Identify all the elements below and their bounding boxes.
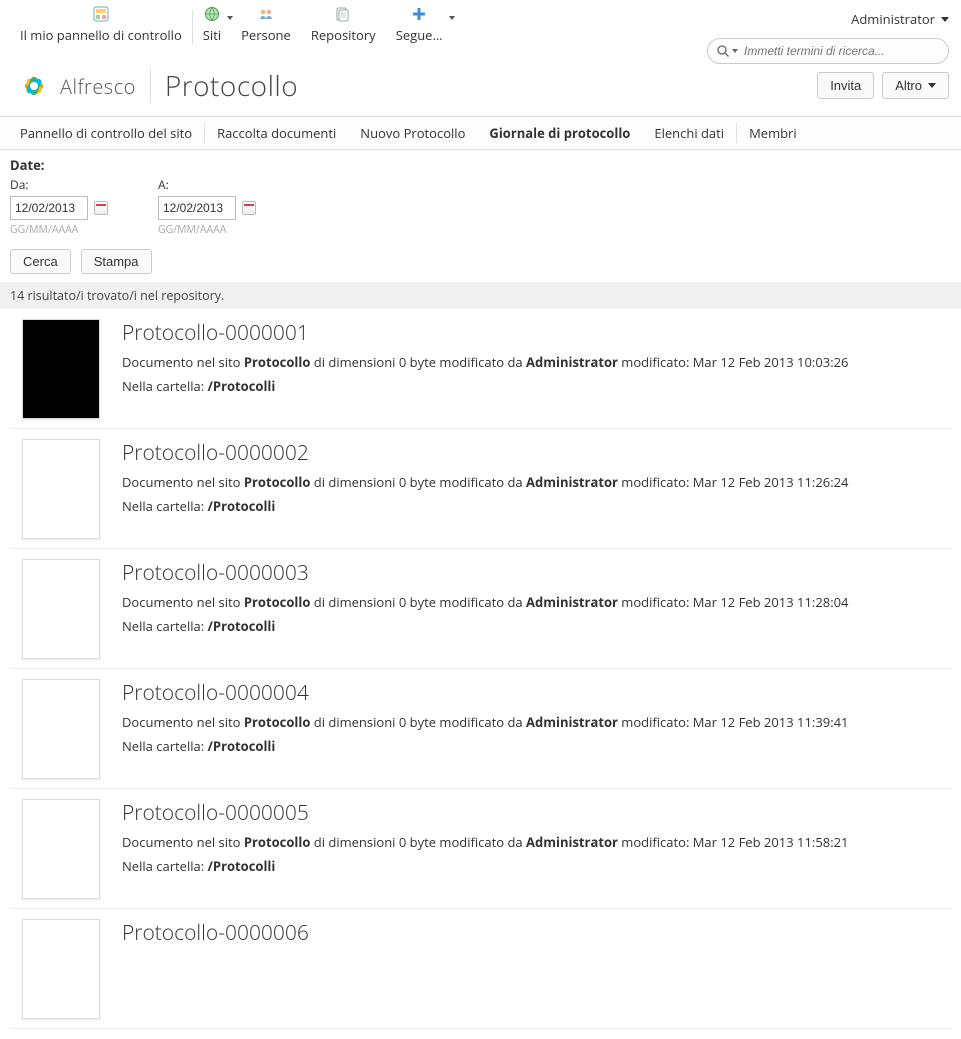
brand-name: Alfresco [60,73,136,100]
result-title[interactable]: Protocollo-0000005 [122,799,951,827]
nav-my-dashboard[interactable]: Il mio pannello di controllo [10,6,192,44]
site-actions: Invita Altro [817,72,949,99]
calendar-icon[interactable] [242,201,256,215]
globe-icon [204,6,220,22]
nav-repository[interactable]: Repository [301,6,386,44]
chevron-down-icon [449,16,455,20]
invite-button-label: Invita [830,78,861,93]
people-icon [258,6,274,22]
nav-people[interactable]: Persone [231,6,301,44]
date-from-input[interactable] [10,196,88,220]
repository-icon [335,6,351,22]
nav-more-label: Segue… [396,26,443,44]
date-to-label: A: [158,176,256,193]
result-item: Protocollo-0000003 Documento nel sito Pro… [10,549,951,669]
nav-more[interactable]: Segue… [386,6,453,44]
result-path: Nella cartella: /Protocolli [122,857,951,875]
nav-giornale[interactable]: Giornale di protocollo [477,116,642,150]
date-from-col: Da: GG/MM/AAAA [10,176,108,237]
date-to-hint: GG/MM/AAAA [158,223,256,237]
result-body: Protocollo-0000003 Documento nel sito Pro… [122,557,951,660]
result-thumbnail[interactable] [22,439,100,539]
result-title[interactable]: Protocollo-0000004 [122,679,951,707]
nav-sites-label: Siti [203,26,221,44]
result-thumbnail[interactable] [22,559,100,659]
result-title[interactable]: Protocollo-0000001 [122,319,951,347]
result-body: Protocollo-0000006 [122,917,951,1020]
result-thumbnail[interactable] [22,679,100,779]
top-toolbar: Il mio pannello di controllo Siti Person… [0,0,961,58]
search-scope-dropdown-icon[interactable] [732,49,738,53]
site-more-button[interactable]: Altro [882,72,949,99]
result-thumbnail[interactable] [22,319,100,419]
result-meta: Documento nel sito Protocollo di dimensi… [122,713,951,731]
result-path: Nella cartella: /Protocolli [122,377,951,395]
result-title[interactable]: Protocollo-0000002 [122,439,951,467]
site-more-label: Altro [895,78,922,93]
search-input[interactable] [744,44,940,58]
calendar-icon[interactable] [94,201,108,215]
result-item: Protocollo-0000001 Documento nel sito Pro… [10,309,951,429]
search-icon[interactable] [716,44,730,58]
nav-site-dashboard[interactable]: Pannello di controllo del sito [8,116,204,150]
nav-doclib[interactable]: Raccolta documenti [205,116,348,150]
result-body: Protocollo-0000004 Documento nel sito Pro… [122,677,951,780]
result-path: Nella cartella: /Protocolli [122,617,951,635]
result-body: Protocollo-0000002 Documento nel sito Pro… [122,437,951,540]
nav-elenchi[interactable]: Elenchi dati [642,116,736,150]
print-button[interactable]: Stampa [81,249,152,274]
invite-button[interactable]: Invita [817,72,874,99]
brand-logo[interactable]: Alfresco [14,66,136,106]
nav-my-dashboard-label: Il mio pannello di controllo [20,26,182,44]
user-name: Administrator [851,10,935,28]
date-section-label: Date: [10,156,951,174]
alfresco-flower-icon [14,66,54,106]
result-body: Protocollo-0000001 Documento nel sito Pro… [122,317,951,420]
chevron-down-icon [941,17,949,22]
result-item: Protocollo-0000002 Documento nel sito Pro… [10,429,951,549]
nav-sites[interactable]: Siti [193,6,231,44]
chevron-down-icon [928,83,936,88]
result-meta: Documento nel sito Protocollo di dimensi… [122,593,951,611]
result-path: Nella cartella: /Protocolli [122,497,951,515]
print-button-label: Stampa [94,254,139,269]
site-bar: Alfresco Protocollo Invita Altro [0,58,961,116]
result-meta: Documento nel sito Protocollo di dimensi… [122,353,951,371]
result-path: Nella cartella: /Protocolli [122,737,951,755]
search-button-label: Cerca [23,254,58,269]
result-thumbnail[interactable] [22,919,100,1019]
result-body: Protocollo-0000005 Documento nel sito Pro… [122,797,951,900]
result-meta: Documento nel sito Protocollo di dimensi… [122,473,951,491]
date-row: Da: GG/MM/AAAA A: GG/MM/AAAA [10,176,951,237]
date-to-col: A: GG/MM/AAAA [158,176,256,237]
nav-repository-label: Repository [311,26,376,44]
site-nav: Pannello di controllo del sito Raccolta … [0,116,961,150]
date-from-hint: GG/MM/AAAA [10,223,108,237]
result-item: Protocollo-0000004 Documento nel sito Pro… [10,669,951,789]
result-title[interactable]: Protocollo-0000003 [122,559,951,587]
result-item: Protocollo-0000006 [10,909,951,1029]
nav-membri[interactable]: Membri [737,116,809,150]
result-item: Protocollo-0000005 Documento nel sito Pro… [10,789,951,909]
plus-icon [411,6,427,22]
results-list: Protocollo-0000001 Documento nel sito Pro… [0,309,961,1039]
divider [150,69,151,103]
dashboard-icon [93,6,109,22]
result-meta: Documento nel sito Protocollo di dimensi… [122,833,951,851]
nav-people-label: Persone [241,26,291,44]
nav-nuovo-protocollo[interactable]: Nuovo Protocollo [348,116,477,150]
user-menu[interactable]: Administrator [851,6,949,32]
result-thumbnail[interactable] [22,799,100,899]
filter-panel: Date: Da: GG/MM/AAAA A: GG/MM/AAAA [0,150,961,241]
date-from-label: Da: [10,176,108,193]
date-to-input[interactable] [158,196,236,220]
result-title[interactable]: Protocollo-0000006 [122,919,951,947]
top-right-area: Administrator [707,6,949,64]
search-button[interactable]: Cerca [10,249,71,274]
action-row: Cerca Stampa [0,241,961,282]
results-summary: 14 risultato/i trovato/i nel repository. [0,282,961,309]
site-title: Protocollo [165,67,298,105]
